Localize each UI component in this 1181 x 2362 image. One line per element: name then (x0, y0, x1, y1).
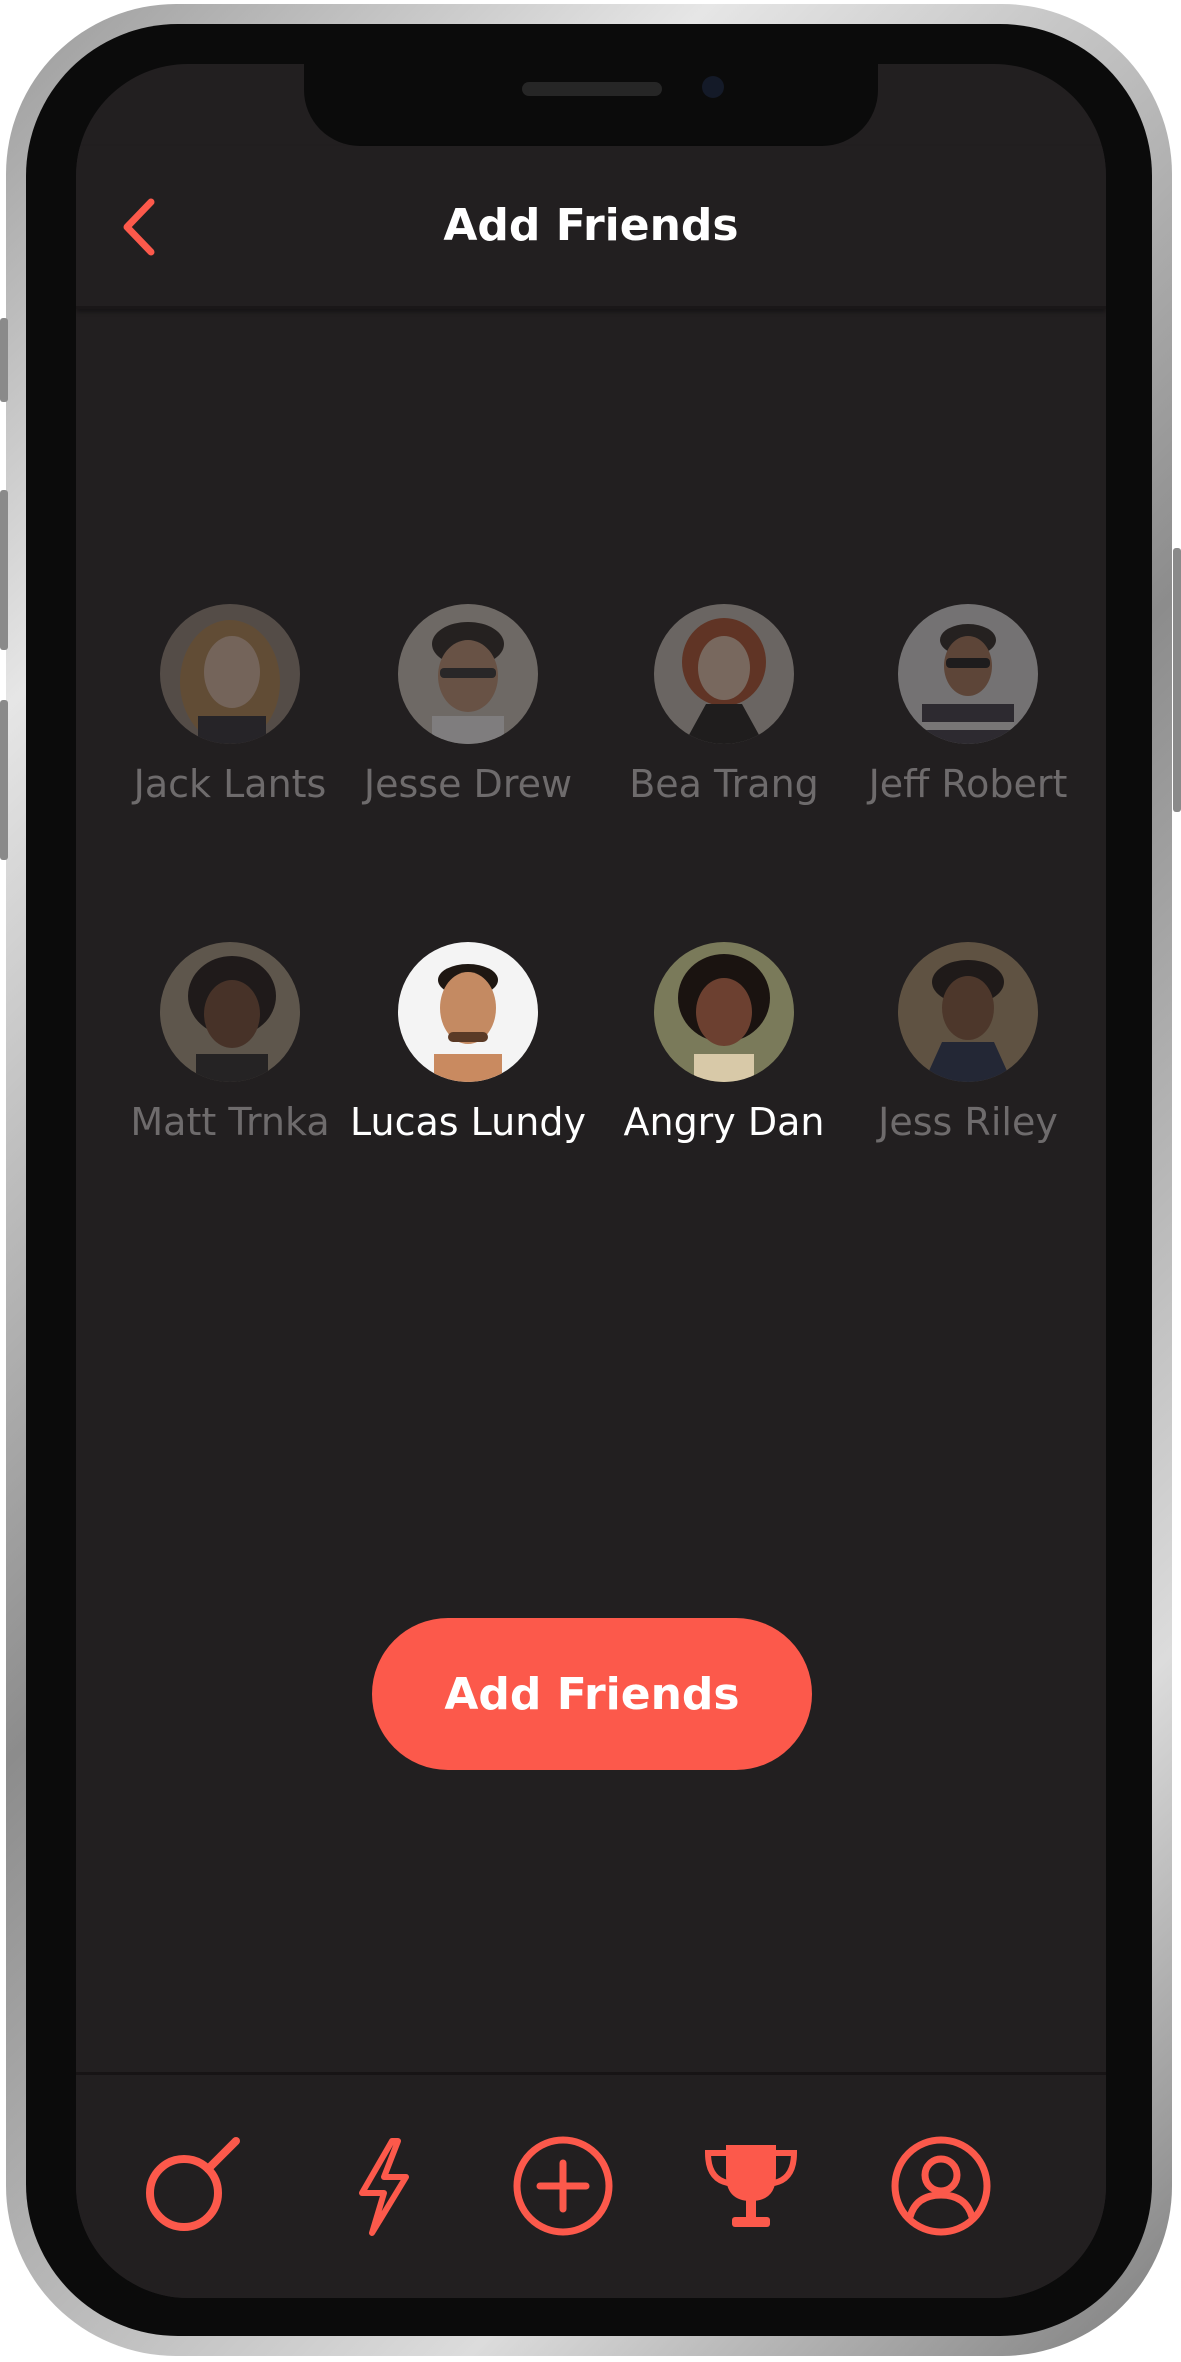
friend-item-jesse-drew[interactable]: Jesse Drew (348, 604, 588, 806)
tab-activity[interactable] (326, 2131, 436, 2241)
friend-item-jeff-robert[interactable]: Jeff Robert (848, 604, 1088, 806)
bottom-tab-bar (76, 2072, 1106, 2298)
speaker-grille (522, 82, 662, 96)
side-button-mute (0, 318, 8, 402)
friend-name: Matt Trnka (130, 1100, 330, 1144)
avatar (898, 942, 1038, 1082)
side-button-volume-down (0, 700, 8, 860)
friend-item-jack-lants[interactable]: Jack Lants (110, 604, 350, 806)
notch (304, 64, 878, 146)
side-button-power (1173, 548, 1181, 812)
avatar (160, 942, 300, 1082)
friend-item-matt-trnka[interactable]: Matt Trnka (110, 942, 350, 1144)
tab-profile[interactable] (886, 2131, 996, 2241)
friend-name: Angry Dan (623, 1100, 825, 1144)
profile-icon (891, 2136, 991, 2236)
avatar (160, 604, 300, 744)
add-circle-icon (513, 2136, 613, 2236)
friend-name: Jesse Drew (363, 762, 573, 806)
side-button-volume-up (0, 490, 8, 650)
tab-search[interactable] (136, 2131, 246, 2241)
add-friends-button[interactable]: Add Friends (372, 1618, 812, 1770)
avatar (898, 604, 1038, 744)
avatar (654, 942, 794, 1082)
tab-add[interactable] (508, 2131, 618, 2241)
friend-name: Bea Trang (629, 762, 819, 806)
app-screen: Add Friends Jack Lants Jesse Drew Bea Tr… (76, 64, 1106, 2298)
header-bar: Add Friends (76, 146, 1106, 309)
friend-item-jess-riley[interactable]: Jess Riley (848, 942, 1088, 1144)
trophy-icon (704, 2145, 798, 2227)
avatar (398, 942, 538, 1082)
friend-item-angry-dan[interactable]: Angry Dan (604, 942, 844, 1144)
avatar (398, 604, 538, 744)
tab-leaderboard[interactable] (696, 2131, 806, 2241)
lightning-icon (359, 2138, 409, 2236)
friend-name: Lucas Lundy (350, 1100, 586, 1144)
friend-name: Jess Riley (878, 1100, 1058, 1144)
friend-item-lucas-lundy[interactable]: Lucas Lundy (348, 942, 588, 1144)
front-camera (702, 76, 724, 98)
friend-item-bea-trang[interactable]: Bea Trang (604, 604, 844, 806)
friend-name: Jeff Robert (868, 762, 1068, 806)
avatar (654, 604, 794, 744)
search-icon (146, 2137, 240, 2231)
page-title: Add Friends (443, 200, 739, 251)
friend-name: Jack Lants (133, 762, 327, 806)
